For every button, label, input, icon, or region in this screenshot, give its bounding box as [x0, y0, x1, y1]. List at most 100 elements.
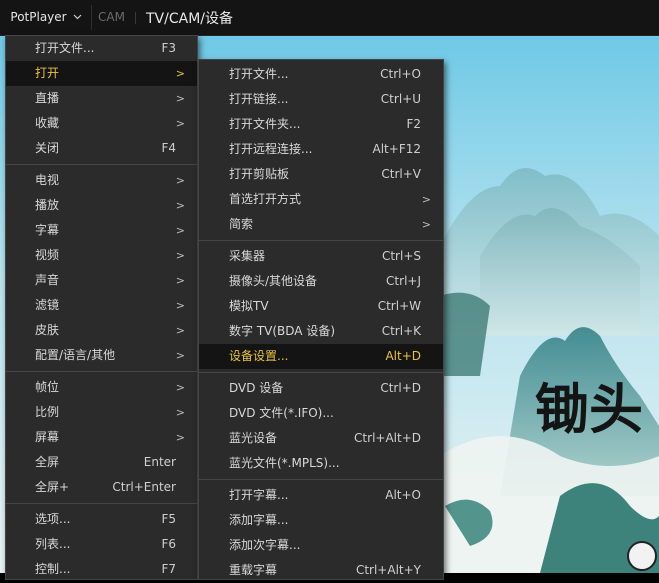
main-menu-item-label: 视频 [35, 248, 60, 262]
main-menu-item[interactable]: 字幕 > [6, 218, 197, 243]
submenu-item[interactable]: 首选打开方式 > [199, 187, 443, 212]
mode-label[interactable]: CAM [98, 10, 125, 24]
submenu-item[interactable]: 添加字幕... [199, 508, 443, 533]
submenu-arrow-icon: > [175, 249, 185, 262]
main-menu-item-label: 打开文件... [35, 41, 95, 55]
submenu-item[interactable]: 打开文件... Ctrl+O [199, 62, 443, 87]
submenu-item-label: 打开剪贴板 [229, 167, 290, 181]
window-title: TV/CAM/设备 [146, 11, 233, 27]
main-menu-item[interactable]: 电视 > [6, 168, 197, 193]
submenu-arrow-icon: > [175, 274, 185, 287]
submenu-arrow-icon: > [421, 218, 431, 231]
main-menu-item-shortcut: F3 [161, 41, 176, 55]
submenu-item[interactable]: DVD 设备 Ctrl+D [199, 376, 443, 401]
chevron-down-icon [73, 14, 82, 20]
main-menu-item[interactable]: 打开文件... F3 [6, 36, 197, 61]
submenu-item[interactable]: 摄像头/其他设备 Ctrl+J [199, 269, 443, 294]
submenu-item-label: 简索 [229, 217, 254, 231]
submenu-item-shortcut: Ctrl+Alt+Y [355, 563, 421, 577]
submenu-item[interactable]: 模拟TV Ctrl+W [199, 294, 443, 319]
submenu-item[interactable]: 打开字幕... Alt+O [199, 483, 443, 508]
submenu-item-label: 打开文件夹... [229, 117, 301, 131]
submenu-item-label: 添加次字幕... [229, 538, 301, 552]
main-menu-item[interactable]: 播放 > [6, 193, 197, 218]
main-menu-item[interactable]: 配置/语言/其他 > [6, 343, 197, 368]
submenu-item[interactable]: 设备设置... Alt+D [199, 344, 443, 369]
main-menu-item-shortcut: Ctrl+Enter [112, 480, 176, 494]
submenu-item-shortcut: F2 [406, 117, 421, 131]
main-menu-item-shortcut: F6 [161, 537, 176, 551]
main-menu-item[interactable]: 屏幕 > [6, 425, 197, 450]
submenu-item-shortcut: Ctrl+U [380, 92, 421, 106]
submenu-item[interactable]: 采集器 Ctrl+S [199, 244, 443, 269]
submenu-arrow-icon: > [175, 117, 185, 130]
submenu-item[interactable]: 数字 TV(BDA 设备) Ctrl+K [199, 319, 443, 344]
submenu-item-label: 蓝光文件(*.MPLS)... [229, 456, 340, 470]
main-menu-item-label: 关闭 [35, 141, 60, 155]
submenu-item-shortcut: Alt+O [385, 488, 421, 502]
titlebar-divider [91, 5, 92, 30]
main-menu-item-label: 收藏 [35, 116, 60, 130]
main-menu-item-label: 列表... [35, 537, 71, 551]
submenu-arrow-icon: > [175, 224, 185, 237]
submenu-item[interactable]: 重载字幕 Ctrl+Alt+Y [199, 558, 443, 583]
submenu-item[interactable]: 简索 > [199, 212, 443, 237]
main-menu-item-label: 直播 [35, 91, 60, 105]
main-menu-item-label: 屏幕 [35, 430, 60, 444]
main-menu-item[interactable]: 控制... F7 [6, 557, 197, 582]
open-submenu: 打开文件... Ctrl+O 打开链接... Ctrl+U 打开文件夹... F2 打开远程… [198, 59, 444, 580]
main-menu-item-label: 全屏+ [35, 480, 70, 494]
submenu-item[interactable]: 打开文件夹... F2 [199, 112, 443, 137]
app-menu-button[interactable]: PotPlayer [6, 4, 86, 30]
submenu-item[interactable]: DVD 文件(*.IFO)... [199, 401, 443, 426]
main-menu-item-shortcut: F4 [161, 141, 176, 155]
main-menu-item-label: 选项... [35, 512, 71, 526]
submenu-item-shortcut: Alt+F12 [372, 142, 421, 156]
submenu-item-label: DVD 文件(*.IFO)... [229, 406, 334, 420]
menu-divider [199, 479, 443, 480]
submenu-item-shortcut: Alt+D [385, 349, 421, 363]
main-menu-item-label: 打开 [35, 66, 60, 80]
titlebar-divider-thin [135, 12, 136, 24]
submenu-arrow-icon: > [175, 381, 185, 394]
submenu-arrow-icon: > [175, 324, 185, 337]
main-menu-item[interactable]: 打开 > [6, 61, 197, 86]
main-menu-item[interactable]: 帧位 > [6, 375, 197, 400]
main-menu-item-label: 控制... [35, 562, 71, 576]
submenu-item-shortcut: Ctrl+J [386, 274, 421, 288]
main-menu-item[interactable]: 收藏 > [6, 111, 197, 136]
main-menu-item-label: 配置/语言/其他 [35, 348, 116, 362]
submenu-arrow-icon: > [175, 174, 185, 187]
main-menu-item-label: 字幕 [35, 223, 60, 237]
submenu-arrow-icon: > [175, 431, 185, 444]
submenu-item-label: 数字 TV(BDA 设备) [229, 324, 336, 338]
main-context-menu: 打开文件... F3 打开 > 直播 > 收藏 > 关闭 F4 电视 > 播放 > 字幕 > 视频 > 声音 > 滤镜 >… [5, 35, 198, 580]
main-menu-item[interactable]: 比例 > [6, 400, 197, 425]
submenu-item[interactable]: 打开链接... Ctrl+U [199, 87, 443, 112]
submenu-item[interactable]: 打开剪贴板 Ctrl+V [199, 162, 443, 187]
main-menu-item[interactable]: 选项... F5 [6, 507, 197, 532]
submenu-item-label: DVD 设备 [229, 381, 284, 395]
main-menu-item[interactable]: 皮肤 > [6, 318, 197, 343]
submenu-item[interactable]: 添加次字幕... [199, 533, 443, 558]
submenu-item[interactable]: 蓝光文件(*.MPLS)... [199, 451, 443, 476]
main-menu-item-label: 滤镜 [35, 298, 60, 312]
submenu-item-shortcut: Ctrl+D [380, 381, 421, 395]
main-menu-item[interactable]: 滤镜 > [6, 293, 197, 318]
main-menu-item[interactable]: 直播 > [6, 86, 197, 111]
menu-divider [199, 240, 443, 241]
submenu-arrow-icon: > [175, 349, 185, 362]
main-menu-item-shortcut: F5 [161, 512, 176, 526]
main-menu-item[interactable]: 全屏+ Ctrl+Enter [6, 475, 197, 500]
main-menu-item-label: 比例 [35, 405, 60, 419]
main-menu-item[interactable]: 关闭 F4 [6, 136, 197, 161]
submenu-item-label: 采集器 [229, 249, 266, 263]
main-menu-item[interactable]: 视频 > [6, 243, 197, 268]
main-menu-item[interactable]: 列表... F6 [6, 532, 197, 557]
main-menu-item[interactable]: 声音 > [6, 268, 197, 293]
main-menu-item[interactable]: 全屏 Enter [6, 450, 197, 475]
main-menu-item-shortcut: F7 [161, 562, 176, 576]
submenu-item[interactable]: 蓝光设备 Ctrl+Alt+D [199, 426, 443, 451]
menu-divider [6, 164, 197, 165]
submenu-item[interactable]: 打开远程连接... Alt+F12 [199, 137, 443, 162]
